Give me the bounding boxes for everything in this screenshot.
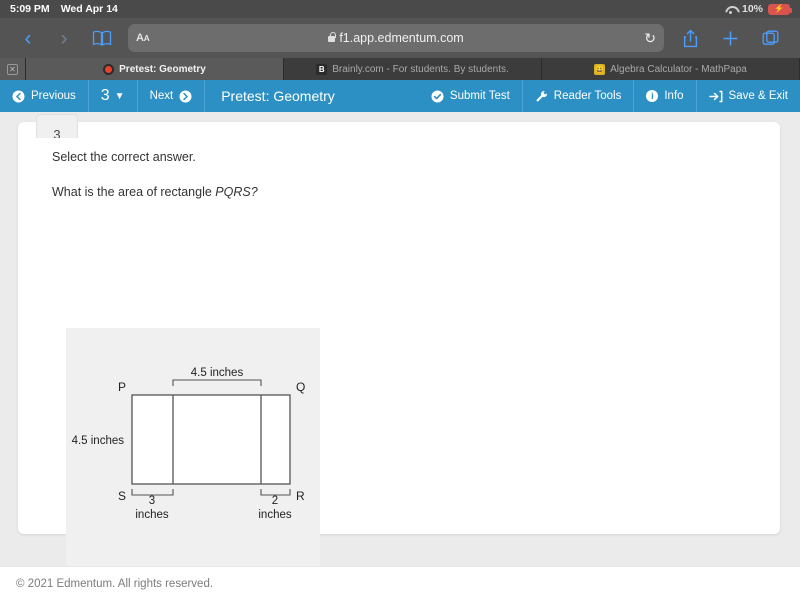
screen-root: 5:09 PM Wed Apr 14 10% ⚡ ‹ › AA f1.app.e… — [0, 0, 800, 600]
status-bar-right: 10% ⚡ — [725, 3, 792, 15]
figure-bottom-left-value: 3 — [149, 495, 155, 507]
tabs-icon-svg — [762, 30, 778, 45]
question-prompt-prefix: What is the area of rectangle — [52, 185, 216, 199]
reader-tools-button[interactable]: Reader Tools — [523, 80, 635, 112]
info-button[interactable]: i Info — [634, 80, 697, 112]
tab-close-button[interactable]: ✕ — [0, 58, 26, 80]
question-number-tab[interactable]: 3 — [36, 114, 78, 138]
plus-icon[interactable] — [710, 30, 750, 47]
test-navigation-toolbar: Previous 3 ▼ Next Pretest: Geometry Subm… — [0, 80, 800, 112]
figure-bottom-right-value: 2 — [272, 495, 278, 507]
figure-bottom-right-unit: inches — [258, 509, 291, 521]
arrow-right-circle-icon — [179, 90, 192, 102]
info-circle-icon: i — [646, 90, 659, 102]
plus-icon-svg — [723, 31, 737, 45]
book-icon-svg — [92, 30, 112, 46]
share-icon[interactable] — [670, 29, 710, 48]
browser-tab-mathpapa[interactable]: 😀 Algebra Calculator - MathPapa — [542, 58, 800, 80]
info-label: Info — [664, 90, 684, 102]
test-title: Pretest: Geometry — [221, 88, 335, 104]
question-card: 3 Select the correct answer. What is the… — [18, 114, 780, 566]
save-and-exit-label: Save & Exit — [728, 90, 788, 102]
browser-tab-title: Brainly.com - For students. By students. — [332, 63, 509, 75]
figure-vertex-s: S — [118, 489, 126, 503]
close-icon: ✕ — [7, 63, 18, 75]
save-and-exit-button[interactable]: Save & Exit — [697, 80, 800, 112]
browser-tab-title: Pretest: Geometry — [119, 63, 206, 75]
lock-icon — [328, 32, 337, 42]
figure-vertex-q: Q — [296, 380, 305, 394]
reload-icon[interactable]: ↻ — [644, 30, 656, 47]
submit-test-label: Submit Test — [449, 90, 510, 102]
exit-arrow-icon — [708, 90, 722, 102]
mathpapa-favicon: 😀 — [594, 63, 606, 75]
question-content: Select the correct answer. What is the a… — [18, 122, 780, 199]
previous-label: Previous — [31, 90, 76, 102]
browser-tab-pretest-geometry[interactable]: Pretest: Geometry — [26, 58, 284, 80]
reader-tools-label: Reader Tools — [553, 90, 622, 102]
copyright-text: © 2021 Edmentum. All rights reserved. — [16, 577, 214, 590]
check-circle-icon — [431, 90, 444, 102]
browser-tab-strip: ✕ Pretest: Geometry B Brainly.com - For … — [0, 58, 800, 80]
edmentum-favicon — [103, 63, 115, 75]
figure-vertex-p: P — [118, 380, 126, 394]
browser-tab-title: Algebra Calculator - MathPapa — [610, 63, 747, 75]
url-display: f1.app.edmentum.com — [128, 31, 664, 45]
instruction-text: Select the correct answer. — [52, 150, 196, 164]
back-icon[interactable]: ‹ — [10, 21, 46, 55]
question-prompt-figure-name: PQRS? — [215, 185, 258, 199]
page-number: 3 — [100, 87, 110, 104]
address-bar[interactable]: AA f1.app.edmentum.com ↻ — [128, 24, 664, 52]
tabs-icon[interactable] — [750, 30, 790, 47]
battery-percent-label: 10% — [741, 3, 763, 15]
question-number-selector[interactable]: 3 ▼ — [89, 80, 138, 112]
previous-button[interactable]: Previous — [0, 80, 89, 112]
browser-tab-brainly[interactable]: B Brainly.com - For students. By student… — [284, 58, 542, 80]
battery-charging-icon: ⚡ — [768, 3, 792, 15]
chevron-down-icon: ▼ — [114, 90, 125, 102]
wrench-icon — [536, 90, 547, 102]
next-label: Next — [149, 90, 174, 102]
rectangle-pqrs-diagram: 4.5 inches 4.5 inches P Q S R 3 inches 2 — [72, 367, 306, 521]
safari-toolbar: ‹ › AA f1.app.edmentum.com ↻ — [0, 18, 800, 58]
question-tab-number: 3 — [53, 127, 61, 138]
book-icon[interactable] — [82, 30, 122, 47]
status-time: 5:09 PM — [10, 3, 50, 15]
question-prompt: What is the area of rectangle PQRS? — [52, 185, 746, 199]
wifi-icon — [725, 5, 737, 14]
next-button[interactable]: Next — [138, 80, 206, 112]
geometry-figure: 4.5 inches 4.5 inches P Q S R 3 inches 2 — [66, 328, 320, 566]
brainly-favicon: B — [316, 63, 328, 75]
figure-left-label: 4.5 inches — [72, 435, 125, 447]
forward-icon[interactable]: › — [46, 21, 82, 55]
submit-test-button[interactable]: Submit Test — [419, 80, 523, 112]
figure-bottom-left-unit: inches — [135, 509, 168, 521]
url-text: f1.app.edmentum.com — [339, 31, 464, 45]
arrow-left-circle-icon — [12, 90, 25, 102]
page-footer: © 2021 Edmentum. All rights reserved. — [0, 566, 800, 600]
share-icon-svg — [683, 29, 697, 47]
figure-vertex-r: R — [296, 489, 305, 503]
status-date: Wed Apr 14 — [60, 3, 118, 15]
status-bar-left: 5:09 PM Wed Apr 14 — [10, 3, 118, 15]
page-body: 3 Select the correct answer. What is the… — [0, 112, 800, 568]
figure-top-label: 4.5 inches — [191, 367, 244, 379]
ios-status-bar: 5:09 PM Wed Apr 14 10% ⚡ — [0, 0, 800, 18]
